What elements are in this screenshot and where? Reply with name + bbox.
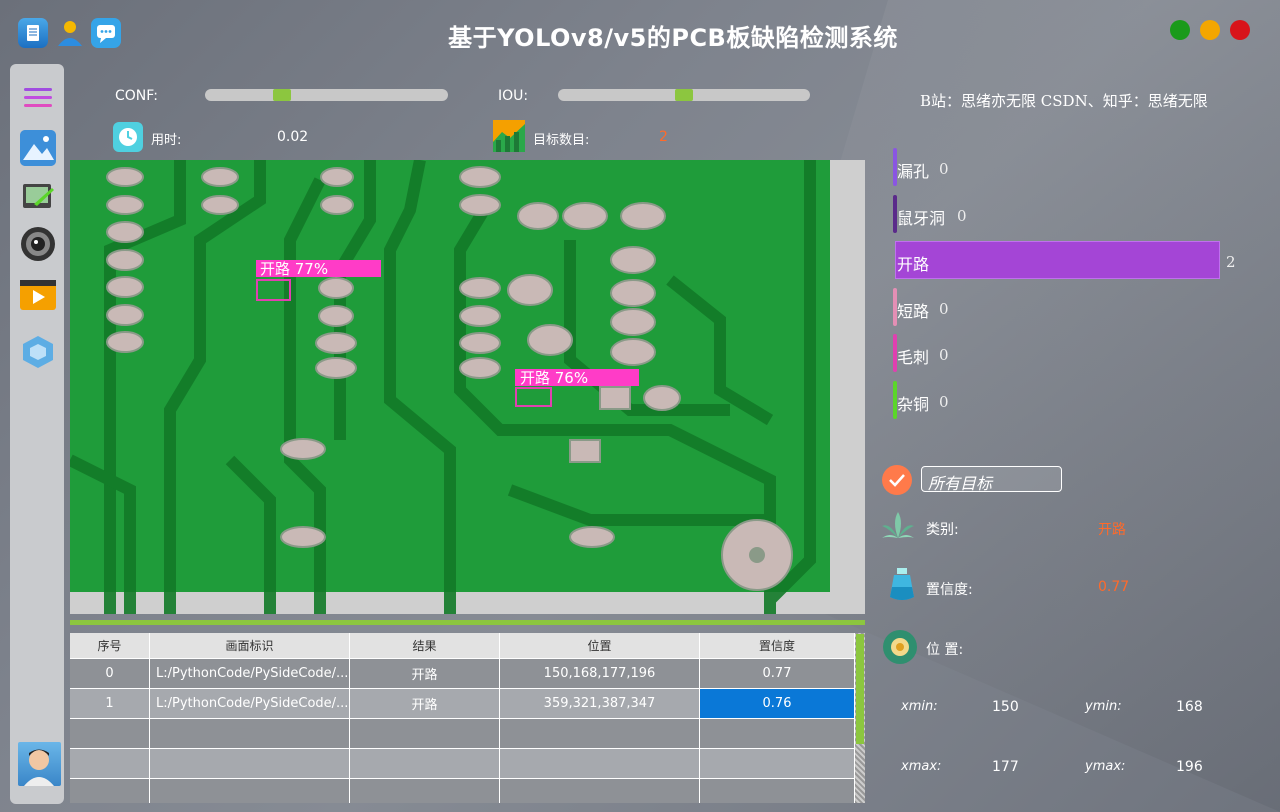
conf-label: CONF: [115,88,158,104]
ymax-value: 196 [1176,759,1203,775]
column-header[interactable]: 序号 [70,633,150,659]
folder-icon[interactable] [20,178,56,214]
minimize-button[interactable] [1200,20,1220,40]
detection-image[interactable]: 开路 77% 开路 76% [70,160,865,614]
table-row[interactable]: 0 L:/PythonCode/PySideCode/... 开路 150,16… [70,659,855,689]
table-row-empty[interactable] [70,779,855,803]
class-stat-row: 杂铜 0 [893,380,1243,419]
credit-text: B站：思绪亦无限 CSDN、知乎：思绪无限 [920,92,1208,110]
class-stat-row: 鼠牙洞 0 [893,194,1243,233]
image-icon[interactable] [20,130,56,166]
bottle-icon [884,567,920,603]
table-cell[interactable]: L:/PythonCode/PySideCode/... [150,689,350,719]
ymin-label: ymin: [1085,699,1122,714]
iou-slider[interactable] [558,89,810,101]
class-stat-label: 毛刺 [897,348,930,367]
class-stat-label: 开路 [897,255,930,274]
confidence-label: 置信度: [926,582,973,598]
results-table: 序号 画面标识 结果 位置 置信度 0 L:/PythonCode/PySide… [70,633,865,803]
leaf-icon [880,508,916,544]
class-stat-label: 短路 [897,301,930,321]
sidebar [10,64,64,804]
table-cell-selected[interactable]: 0.76 [700,689,855,719]
class-stat-count: 2 [1226,253,1236,271]
confidence-value: 0.77 [1098,579,1130,595]
table-cell[interactable]: 0.77 [700,659,855,689]
column-header[interactable]: 置信度 [700,633,855,659]
table-row-empty[interactable] [70,749,855,779]
class-stat-label: 漏孔 [897,162,930,181]
count-value: 2 [659,129,668,145]
title-bar: 基于YOLOv8/v5的PCB板缺陷检测系统 [0,0,1280,64]
table-cell[interactable]: L:/PythonCode/PySideCode/... [150,659,350,689]
count-label: 目标数目: [533,133,590,148]
xmax-value: 177 [992,759,1019,775]
class-stat-count: 0 [939,346,949,364]
video-icon[interactable] [20,276,56,312]
iou-label: IOU: [498,88,529,104]
target-select[interactable]: 所有目标 [921,466,1062,493]
class-stat-count: 0 [939,392,949,411]
table-cell[interactable]: 0 [70,659,150,689]
ymin-value: 168 [1176,699,1203,715]
class-stat-bar [895,241,1220,279]
table-cell[interactable]: 359,321,387,347 [500,689,700,719]
time-label: 用时: [151,133,182,148]
divider-bar [70,620,865,625]
detection-label: 开路 76% [520,369,588,387]
close-button[interactable] [1230,20,1250,40]
class-stat-row: 开路 2 [893,241,1243,279]
model-icon[interactable] [20,334,56,370]
xmin-label: xmin: [901,699,938,714]
class-stat-label: 杂铜 [897,394,930,414]
detection-label: 开路 77% [260,260,328,278]
table-cell[interactable]: 1 [70,689,150,719]
chart-icon [493,120,525,152]
class-stat-count: 0 [939,160,949,178]
conf-slider[interactable] [205,89,448,101]
conf-slider-handle[interactable] [272,89,291,101]
app-title: 基于YOLOv8/v5的PCB板缺陷检测系统 [448,24,898,52]
avatar[interactable] [18,742,61,786]
column-header[interactable]: 画面标识 [150,633,350,659]
column-header[interactable]: 位置 [500,633,700,659]
table-cell[interactable]: 开路 [350,659,500,689]
table-scrollbar-thumb[interactable] [856,634,864,744]
iou-slider-handle[interactable] [675,89,693,101]
maximize-button[interactable] [1170,20,1190,40]
xmin-value: 150 [992,699,1019,715]
ymax-label: ymax: [1085,759,1126,774]
class-stat-count: 0 [939,299,949,318]
class-stat-row: 短路 0 [893,287,1243,326]
position-icon [882,629,918,665]
table-cell[interactable]: 开路 [350,689,500,719]
position-label: 位 置: [926,642,964,658]
table-row[interactable]: 1 L:/PythonCode/PySideCode/... 开路 359,32… [70,689,855,719]
time-value: 0.02 [277,129,309,145]
xmax-label: xmax: [901,759,942,774]
table-cell[interactable]: 150,168,177,196 [500,659,700,689]
class-value: 开路 [1098,522,1126,538]
class-label: 类别: [926,522,959,538]
table-row-empty[interactable] [70,719,855,749]
clock-icon [113,122,143,152]
pcb-board: 开路 77% 开路 76% [70,160,865,614]
menu-icon[interactable] [20,80,56,116]
column-header[interactable]: 结果 [350,633,500,659]
check-icon [882,465,912,495]
class-stat-count: 0 [957,206,967,225]
class-stat-row: 毛刺 0 [893,334,1243,372]
class-stat-row: 漏孔 0 [893,148,1243,186]
camera-icon[interactable] [20,226,56,262]
class-stat-label: 鼠牙洞 [897,208,946,228]
